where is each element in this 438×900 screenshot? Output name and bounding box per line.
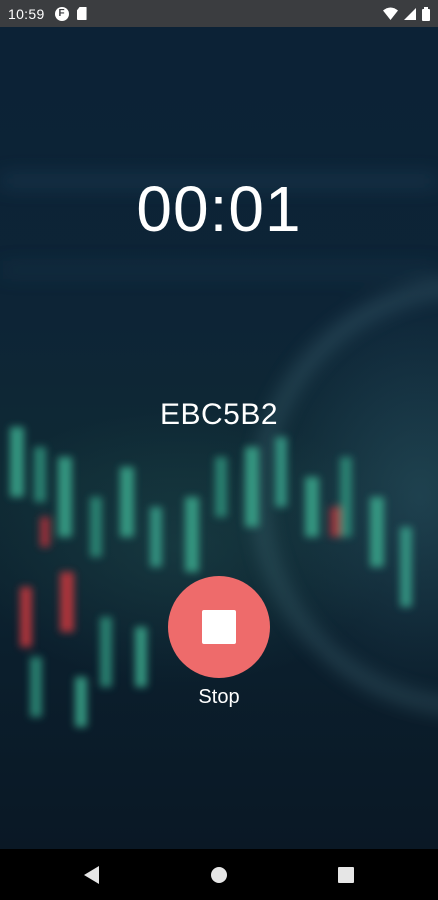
recents-icon [338,866,354,883]
home-icon [211,866,227,883]
session-code: EBC5B2 [159,398,279,431]
notification-f-icon: F [54,6,69,21]
back-button[interactable] [62,849,122,900]
background-image [0,27,438,849]
stop-label: Stop [198,686,240,708]
battery-icon [422,6,430,21]
recording-screen: 10:59 F 00:01 EBC5B2 Stop [0,0,438,900]
elapsed-timer: 00:01 [136,173,302,245]
status-time: 10:59 [8,5,45,22]
recents-button[interactable] [316,849,376,900]
sd-card-icon [76,7,87,20]
back-icon [84,865,99,884]
status-bar: 10:59 F [0,0,438,27]
wifi-icon [383,7,398,20]
home-button[interactable] [189,849,249,900]
navigation-bar [0,849,438,900]
stop-icon [202,610,236,644]
stop-button[interactable] [168,576,270,678]
signal-icon [404,7,416,20]
stock-chart-backdrop [0,177,438,727]
